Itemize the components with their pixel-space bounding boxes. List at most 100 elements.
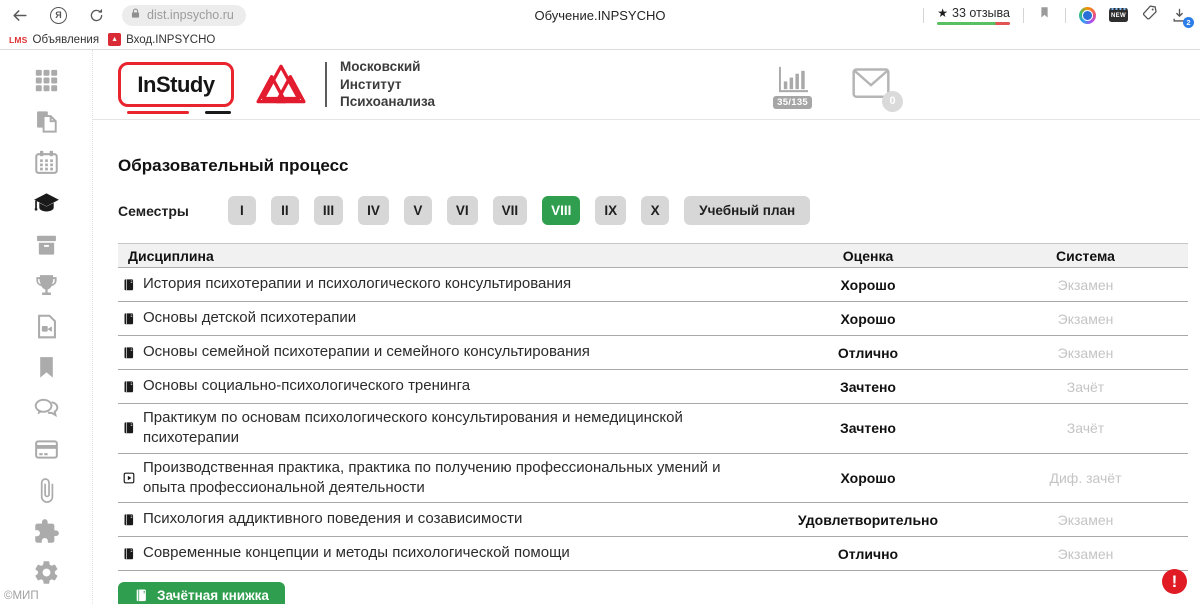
book-icon (122, 380, 136, 394)
chat-icon (33, 395, 60, 422)
semester-tab-VII[interactable]: VII (493, 196, 528, 225)
divider (923, 8, 924, 23)
divider (325, 62, 327, 107)
lock-icon (129, 7, 142, 23)
sidebar-item-graduation-cap[interactable] (0, 183, 92, 224)
table-body: История психотерапии и психологического … (118, 268, 1188, 571)
sidebar-item-grid[interactable] (0, 60, 92, 101)
bookmark-item-inpsycho[interactable]: ▲ Вход.INPSYCHO (108, 33, 215, 46)
sidebar-item-paperclip[interactable] (0, 470, 92, 511)
column-grade: Оценка (753, 248, 983, 264)
semester-tab-VIII[interactable]: VIII (542, 196, 580, 225)
gear-icon (33, 559, 60, 586)
bookmark-flag-icon[interactable] (1037, 5, 1052, 25)
back-icon[interactable] (10, 6, 29, 25)
semester-tab-I[interactable]: I (228, 196, 256, 225)
bookmarks-bar: LMS Объявления ▲ Вход.INPSYCHO (0, 30, 1200, 50)
extension-browser-icon[interactable] (1079, 7, 1096, 24)
semester-tab-X[interactable]: X (641, 196, 669, 225)
table-row[interactable]: Основы социально-психологического тренин… (118, 370, 1188, 404)
table-row[interactable]: Практикум по основам психологического ко… (118, 404, 1188, 454)
system-value: Зачёт (983, 420, 1188, 436)
book-icon (122, 312, 136, 326)
alert-notification-icon[interactable]: ! (1162, 569, 1187, 594)
sidebar-item-archive[interactable] (0, 224, 92, 265)
table-row[interactable]: История психотерапии и психологического … (118, 268, 1188, 302)
messages-button[interactable]: 0 (850, 67, 892, 105)
browser-profile-icon[interactable]: Я (50, 7, 67, 24)
institute-name: Московский Институт Психоанализа (340, 58, 435, 111)
grade-value: Зачтено (753, 420, 983, 436)
paperclip-icon (33, 477, 60, 504)
grade-value: Отлично (753, 345, 983, 361)
system-value: Диф. зачёт (983, 470, 1188, 486)
semester-tab-IX[interactable]: IX (595, 196, 626, 225)
bookmark-item-lms[interactable]: LMS Объявления (9, 34, 99, 46)
sidebar-icons (0, 60, 92, 593)
table-header: Дисциплина Оценка Система (118, 243, 1188, 268)
sidebar-item-calendar[interactable] (0, 142, 92, 183)
table-row[interactable]: Основы семейной психотерапии и семейного… (118, 336, 1188, 370)
tag-icon[interactable] (1141, 4, 1158, 26)
mail-count-badge: 0 (882, 91, 903, 112)
bookmark-label: Вход.INPSYCHO (126, 34, 215, 46)
discipline-name: Основы семейной психотерапии и семейного… (143, 342, 590, 362)
rating-bar (937, 22, 1010, 25)
book-icon (122, 513, 136, 527)
copyright-label: ©МИП (4, 590, 39, 602)
system-value: Экзамен (983, 546, 1188, 562)
discipline-name: Современные концепции и методы психологи… (143, 543, 570, 563)
table-row[interactable]: Современные концепции и методы психологи… (118, 537, 1188, 571)
discipline-name: История психотерапии и психологического … (143, 274, 571, 294)
semester-tab-VI[interactable]: VI (447, 196, 478, 225)
column-system: Система (983, 248, 1188, 264)
curriculum-plan-button[interactable]: Учебный план (684, 196, 810, 225)
sidebar-item-card[interactable] (0, 429, 92, 470)
sidebar-item-bookmark[interactable] (0, 347, 92, 388)
table-row[interactable]: Основы детской психотерапии Хорошо Экзам… (118, 302, 1188, 336)
column-discipline: Дисциплина (118, 248, 753, 264)
downloads-icon[interactable]: 2 (1171, 7, 1188, 24)
archive-icon (33, 231, 60, 258)
semester-tab-III[interactable]: III (314, 196, 343, 225)
bookmark-label: Объявления (33, 34, 100, 46)
grade-value: Хорошо (753, 311, 983, 327)
semesters-label: Семестры (118, 203, 189, 219)
book-icon (122, 547, 136, 561)
instudy-logo[interactable]: InStudy (118, 62, 234, 107)
sidebar-item-documents[interactable] (0, 101, 92, 142)
semester-buttons: IIIIIIIVVVIVIIVIIIIXX (228, 196, 669, 225)
system-value: Экзамен (983, 277, 1188, 293)
semester-tab-II[interactable]: II (271, 196, 299, 225)
page-title: Образовательный процесс (118, 156, 1200, 176)
extension-new-icon[interactable]: NEW (1109, 8, 1128, 22)
reload-icon[interactable] (88, 7, 105, 24)
divider (1065, 8, 1066, 23)
reviews-widget[interactable]: ★ 33 отзыва (937, 6, 1010, 25)
sidebar-item-trophy[interactable] (0, 265, 92, 306)
semester-tab-V[interactable]: V (404, 196, 432, 225)
bar-chart-icon (775, 65, 811, 94)
book-icon (122, 421, 136, 435)
system-value: Экзамен (983, 512, 1188, 528)
sidebar-item-puzzle[interactable] (0, 511, 92, 552)
semester-tab-IV[interactable]: IV (358, 196, 389, 225)
progress-badge: 35/135 (773, 96, 812, 109)
discipline-name: Производственная практика, практика по п… (143, 458, 745, 499)
gradebook-button[interactable]: Зачётная книжка (118, 582, 285, 604)
table-row[interactable]: Производственная практика, практика по п… (118, 454, 1188, 504)
sidebar-item-gear[interactable] (0, 552, 92, 593)
tab-title: Обучение.INPSYCHO (300, 8, 900, 23)
progress-stats-button[interactable]: 35/135 (773, 65, 812, 109)
grade-value: Хорошо (753, 277, 983, 293)
disciplines-table: Дисциплина Оценка Система История психот… (118, 243, 1188, 571)
sidebar-item-video[interactable] (0, 306, 92, 347)
system-value: Экзамен (983, 311, 1188, 327)
sidebar-item-chat[interactable] (0, 388, 92, 429)
documents-icon (33, 108, 60, 135)
video-icon (33, 313, 60, 340)
table-row[interactable]: Психология аддиктивного поведения и соза… (118, 503, 1188, 537)
address-bar[interactable]: dist.inpsycho.ru (122, 5, 246, 26)
star-icon: ★ (937, 6, 948, 20)
grid-icon (33, 67, 60, 94)
